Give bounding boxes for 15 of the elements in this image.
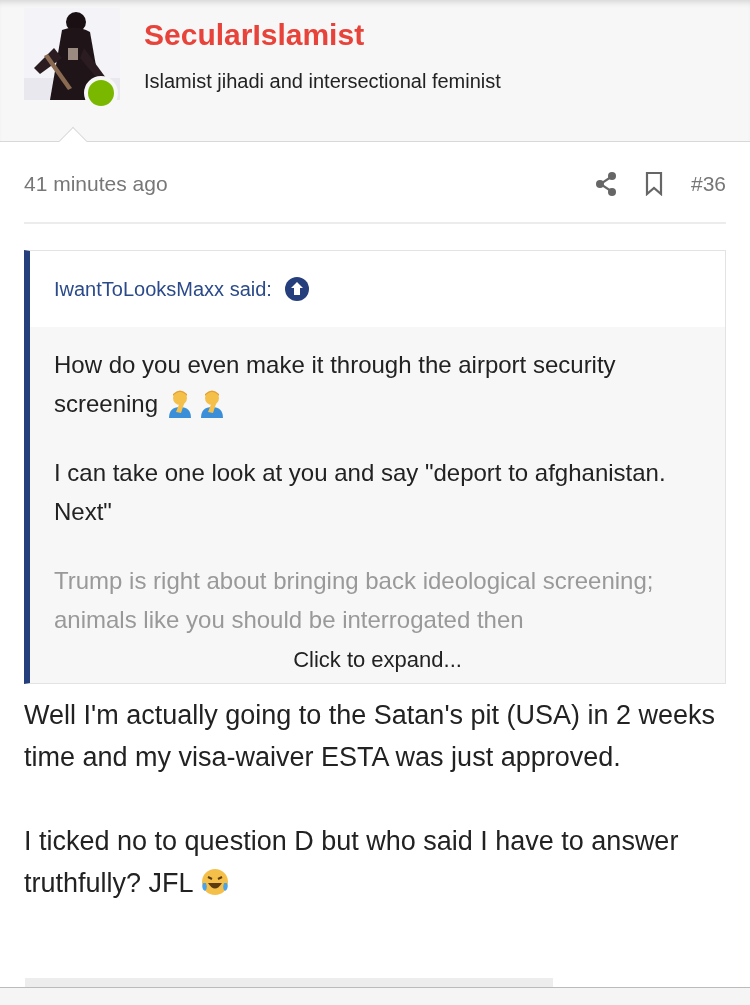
username-link[interactable]: SecularIslamist bbox=[144, 16, 501, 54]
post-paragraph: Well I'm actually going to the Satan's pit (USA) in 2 weeks time and my visa-waiver ESTA was just approved. bbox=[24, 699, 717, 774]
quote-author-link[interactable]: IwantToLooksMaxx said: bbox=[54, 274, 272, 304]
laughing-tears-emoji-icon bbox=[200, 867, 231, 897]
user-title: Islamist jihadi and intersectional feminist bbox=[144, 68, 501, 94]
post-paragraph: I ticked no to question D but who said I have to answer truthfully? JFL bbox=[24, 825, 680, 900]
expand-link[interactable]: Click to expand... bbox=[293, 645, 462, 675]
bookmark-icon[interactable] bbox=[644, 172, 663, 196]
share-icon[interactable] bbox=[594, 172, 617, 196]
post-number-link[interactable]: #36 bbox=[690, 168, 726, 200]
quote-paragraph: How do you even make it through the airport security screening bbox=[54, 350, 617, 420]
post-time: 41 minutes ago bbox=[24, 171, 168, 198]
quote-paragraph: I can take one look at you and say "deport to afghanistan. Next" bbox=[54, 458, 667, 527]
jump-up-icon[interactable] bbox=[283, 276, 310, 302]
quote-paragraph: Trump is right about bringing back ideological screening; animals like you should be interrogated then bbox=[54, 566, 655, 635]
